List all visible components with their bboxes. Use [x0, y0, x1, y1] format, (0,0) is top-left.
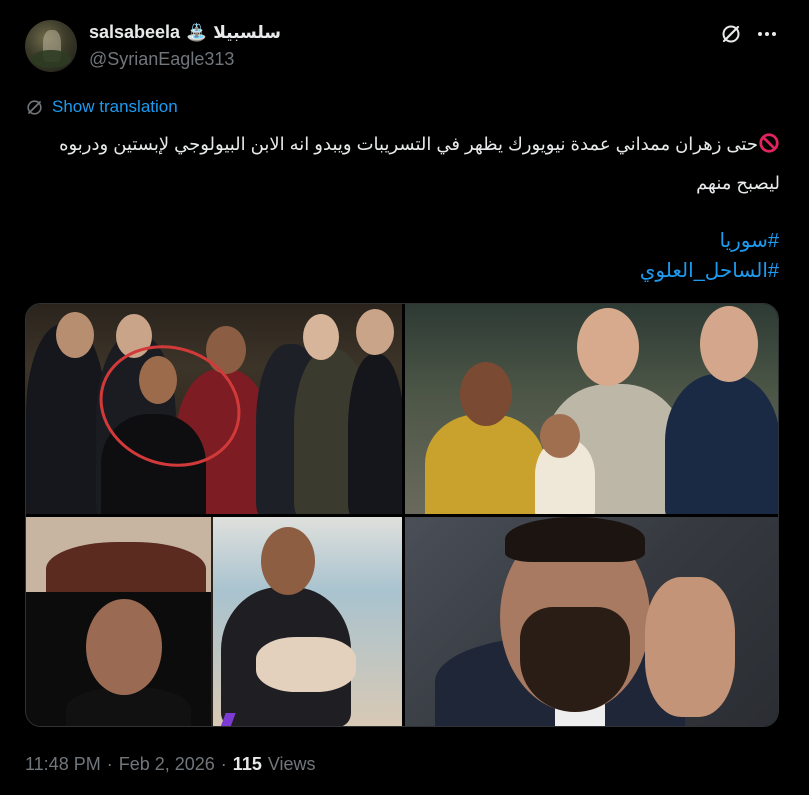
grok-icon[interactable]	[719, 22, 743, 46]
hashtag-syria[interactable]: #سوريا	[719, 228, 779, 253]
tweet-meta: 11:48 PM · Feb 2, 2026 · 115 Views	[25, 754, 316, 775]
author-handle[interactable]: @SyrianEagle313	[89, 49, 234, 70]
hashtag-alawite-coast[interactable]: #الساحل_العلوي	[640, 258, 779, 283]
author-arabic-name[interactable]: سلسبيلا	[213, 23, 281, 43]
person-face	[86, 599, 162, 695]
views-label: Views	[267, 754, 316, 774]
more-options-icon[interactable]	[754, 22, 780, 46]
tweet-line-2: ليصبح منهم	[696, 173, 780, 193]
media-grid	[25, 303, 779, 727]
person-face	[700, 306, 758, 382]
person-face	[540, 414, 580, 458]
tweet-time[interactable]: 11:48 PM	[25, 754, 101, 775]
person-figure	[665, 374, 778, 514]
media-image-3[interactable]	[26, 517, 402, 726]
person-figure	[348, 354, 402, 514]
person-face	[356, 309, 394, 355]
translate-icon	[27, 99, 42, 115]
author-display-name[interactable]: salsabeela	[89, 22, 180, 43]
person-face	[460, 362, 512, 426]
beard	[520, 607, 630, 712]
hand	[645, 577, 735, 717]
tweet-line-1-text: حتى زهران ممداني عمدة نيويورك يظهر في ال…	[59, 134, 758, 154]
show-translation-label[interactable]: Show translation	[52, 97, 178, 117]
person-figure	[425, 414, 545, 514]
separator-dot: ·	[106, 754, 113, 774]
prohibited-icon	[758, 131, 780, 166]
views-count[interactable]: 115	[233, 754, 262, 775]
media-image-1[interactable]	[26, 304, 402, 514]
person-face	[261, 527, 315, 595]
tweet-text: حتى زهران ممداني عمدة نيويورك يظهر في ال…	[30, 127, 780, 201]
separator-dot: ·	[220, 754, 227, 774]
media-image-2[interactable]	[405, 304, 778, 514]
show-translation-link[interactable]: Show translation	[25, 97, 178, 117]
person-face	[303, 314, 339, 360]
author-avatar[interactable]	[25, 20, 77, 72]
red-circle-highlight	[99, 345, 241, 467]
baby-figure	[256, 637, 356, 692]
person-face	[577, 308, 639, 386]
author-name-row[interactable]: salsabeela ⛲ سلسبيلا	[89, 22, 281, 43]
hair	[505, 517, 645, 562]
tweet-date[interactable]: Feb 2, 2026	[119, 754, 215, 775]
media-image-4[interactable]	[405, 517, 778, 726]
fountain-emoji: ⛲	[186, 23, 208, 42]
tweet-line-1: حتى زهران ممداني عمدة نيويورك يظهر في ال…	[30, 127, 780, 166]
